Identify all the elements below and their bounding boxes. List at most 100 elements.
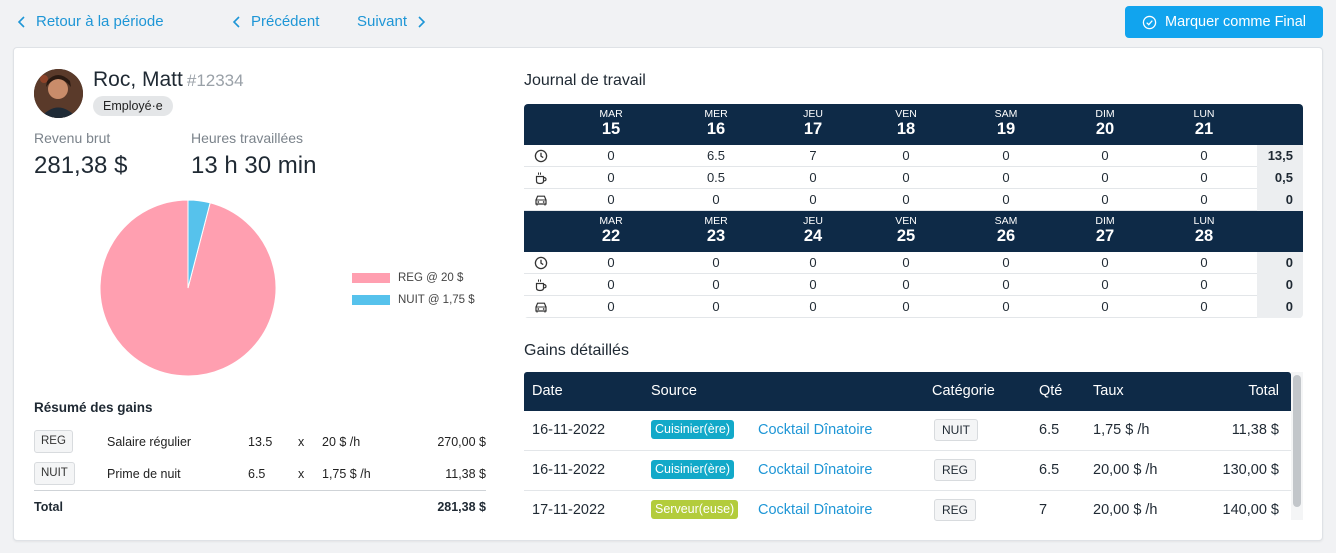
day-number: 21 (1194, 119, 1214, 138)
journal-row-total: 0,5 (1257, 167, 1303, 189)
journal-cell: 0 (607, 148, 615, 163)
work-journal-table: MAR 15 MER 16 JEU 17 VEN 18 SAM 19 DIM 20 LUN 21 0 6.5 7… (524, 104, 1303, 318)
col-header-rate[interactable]: Taux (1093, 383, 1124, 399)
next-link[interactable]: Suivant (357, 13, 427, 30)
table-row: 16-11-2022 Cuisinier(ère) Cocktail Dînatoi… (524, 411, 1291, 451)
chevron-left-icon (232, 15, 240, 28)
earning-date: 16-11-2022 (532, 462, 606, 478)
summary-total-value: 281,38 $ (437, 500, 486, 514)
journal-cell: 0 (809, 277, 817, 292)
earning-qty: 6.5 (1039, 422, 1060, 438)
journal-day-header: LUN 21 (1174, 109, 1234, 137)
journal-cell: 0 (1002, 148, 1010, 163)
legend-swatch (352, 295, 390, 305)
day-number: 25 (896, 226, 916, 245)
top-navigation: Retour à la période Précédent Suivant Ma… (0, 0, 1336, 44)
previous-link[interactable]: Précédent (231, 13, 319, 30)
journal-cell: 0 (1200, 148, 1208, 163)
journal-cell: 0 (1002, 299, 1010, 314)
day-number: 28 (1194, 226, 1214, 245)
col-header-qty[interactable]: Qté (1039, 383, 1062, 399)
day-number: 27 (1095, 226, 1115, 245)
earnings-table-header: Date Source Catégorie Qté Taux Total (524, 372, 1291, 411)
employee-id: #12334 (186, 71, 244, 90)
summary-row-label: Salaire régulier (107, 435, 192, 449)
journal-cell: 0 (809, 170, 817, 185)
chevron-right-icon (418, 15, 426, 28)
legend-item: REG @ 20 $ (352, 267, 475, 289)
day-name: DIM (1095, 108, 1115, 120)
employee-role-badge: Employé·e (93, 96, 173, 116)
day-number: 15 (601, 119, 621, 138)
journal-row: 0 0 0 0 0 0 0 0 (524, 252, 1303, 274)
journal-cell: 0 (607, 277, 615, 292)
day-number: 26 (996, 226, 1016, 245)
event-link[interactable]: Cocktail Dînatoire (758, 502, 872, 518)
journal-row: 0 0 0 0 0 0 0 0 (524, 189, 1303, 211)
summary-row-times: x (298, 435, 305, 449)
journal-cell: 0 (712, 192, 720, 207)
earning-type-tag: REG (34, 430, 73, 453)
hours-worked-value: 13 h 30 min (191, 152, 317, 179)
col-header-date[interactable]: Date (532, 383, 563, 399)
journal-row-total: 0 (1257, 189, 1303, 211)
earnings-summary-title: Résumé des gains (34, 400, 153, 415)
event-link[interactable]: Cocktail Dînatoire (758, 422, 872, 438)
journal-day-header: DIM 20 (1075, 109, 1135, 137)
scrollbar-thumb[interactable] (1293, 375, 1301, 507)
category-tag: NUIT (934, 419, 978, 441)
day-name: VEN (895, 108, 917, 120)
journal-cell: 0 (902, 170, 910, 185)
earnings-scrollbar[interactable] (1291, 372, 1303, 520)
col-header-total[interactable]: Total (1248, 383, 1279, 399)
summary-row-qty: 6.5 (248, 467, 266, 481)
journal-day-header: MAR 22 (581, 216, 641, 244)
summary-row-rate: 20 $ /h (322, 435, 361, 449)
col-header-source[interactable]: Source (651, 383, 697, 399)
journal-cell: 0 (1200, 255, 1208, 270)
journal-row: 0 0.5 0 0 0 0 0 0,5 (524, 167, 1303, 189)
journal-row: 0 0 0 0 0 0 0 0 (524, 274, 1303, 296)
day-name: MAR (599, 108, 623, 120)
summary-row-times: x (298, 467, 305, 481)
col-header-category[interactable]: Catégorie (932, 383, 995, 399)
coffee-icon (535, 172, 547, 185)
journal-cell: 0 (1200, 192, 1208, 207)
journal-row: 0 0 0 0 0 0 0 0 (524, 296, 1303, 318)
earnings-pie-chart (99, 199, 277, 377)
table-row: 16-11-2022 Cuisinier(ère) Cocktail Dînatoi… (524, 451, 1291, 491)
journal-cell: 0 (1200, 299, 1208, 314)
journal-row: 0 6.5 7 0 0 0 0 13,5 (524, 145, 1303, 167)
previous-link-label: Précédent (251, 13, 320, 30)
earning-date: 17-11-2022 (532, 502, 606, 518)
journal-day-header: SAM 19 (976, 109, 1036, 137)
pie-legend: REG @ 20 $ NUIT @ 1,75 $ (352, 267, 475, 311)
clock-icon (534, 256, 548, 270)
summary-total-label: Total (34, 500, 63, 514)
earning-total: 11,38 $ (1231, 422, 1279, 438)
journal-day-header: MAR 15 (581, 109, 641, 137)
mark-as-final-label: Marquer comme Final (1164, 14, 1306, 30)
employee-name: Roc, Matt (93, 68, 183, 91)
mark-as-final-button[interactable]: Marquer comme Final (1125, 6, 1323, 38)
detailed-earnings-table: Date Source Catégorie Qté Taux Total 16-… (524, 372, 1291, 522)
journal-day-header: LUN 28 (1174, 216, 1234, 244)
journal-cell: 0 (902, 299, 910, 314)
journal-cell: 0 (1101, 255, 1109, 270)
journal-week-header: MAR 15 MER 16 JEU 17 VEN 18 SAM 19 DIM 20 LUN 21 (524, 104, 1303, 145)
back-to-period-link[interactable]: Retour à la période (16, 13, 164, 30)
gross-income-label: Revenu brut (34, 130, 111, 146)
check-circle-icon (1142, 15, 1157, 29)
role-badge: Cuisinier(ère) (651, 460, 735, 479)
journal-cell: 0 (1002, 192, 1010, 207)
earning-qty: 7 (1039, 502, 1048, 518)
journal-cell: 0 (1101, 277, 1109, 292)
journal-cell: 0 (607, 170, 615, 185)
day-number: 24 (803, 226, 823, 245)
day-number: 22 (601, 226, 621, 245)
day-name: JEU (803, 108, 823, 120)
journal-cell: 0 (902, 148, 910, 163)
journal-row-total: 0 (1257, 274, 1303, 296)
event-link[interactable]: Cocktail Dînatoire (758, 462, 872, 478)
journal-cell: 0 (809, 299, 817, 314)
